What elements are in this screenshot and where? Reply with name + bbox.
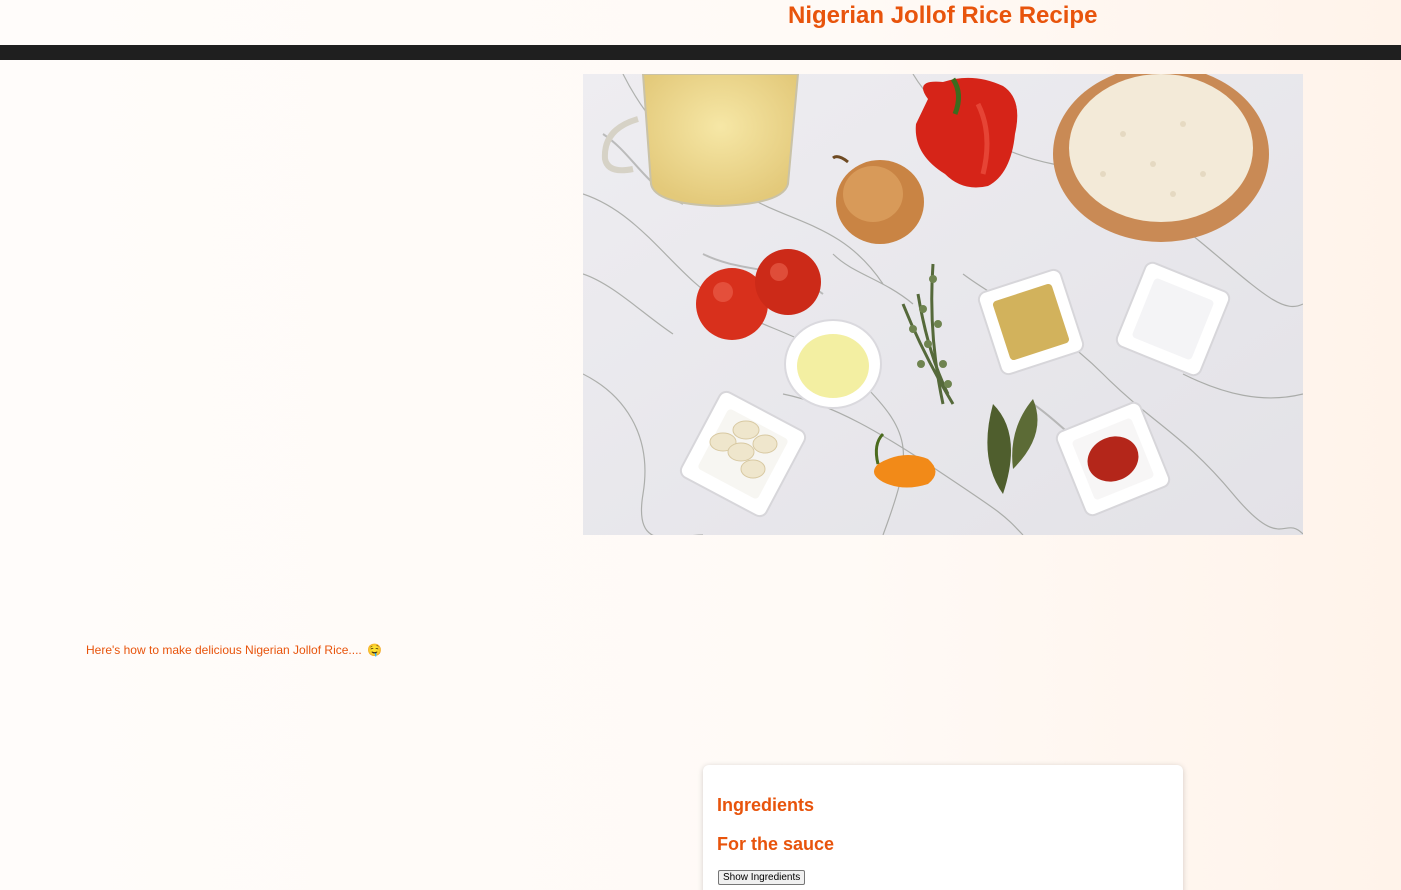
hero-image [583, 74, 1303, 535]
ingredients-card: Ingredients For the sauce Show Ingredien… [703, 765, 1183, 890]
page-title: Nigerian Jollof Rice Recipe [788, 2, 1098, 29]
page-header: Nigerian Jollof Rice Recipe [0, 0, 1401, 45]
show-ingredients-button[interactable]: Show Ingredients [718, 870, 806, 885]
drooling-face-emoji: 🤤 [367, 643, 383, 657]
ingredients-photo [583, 74, 1303, 535]
intro-text: Here's how to make delicious Nigerian Jo… [86, 643, 382, 657]
sauce-subheading: For the sauce [717, 834, 835, 854]
nav-bar [0, 45, 1401, 60]
ingredients-heading: Ingredients [717, 795, 815, 815]
intro-text-label: Here's how to make delicious Nigerian Jo… [86, 643, 362, 657]
